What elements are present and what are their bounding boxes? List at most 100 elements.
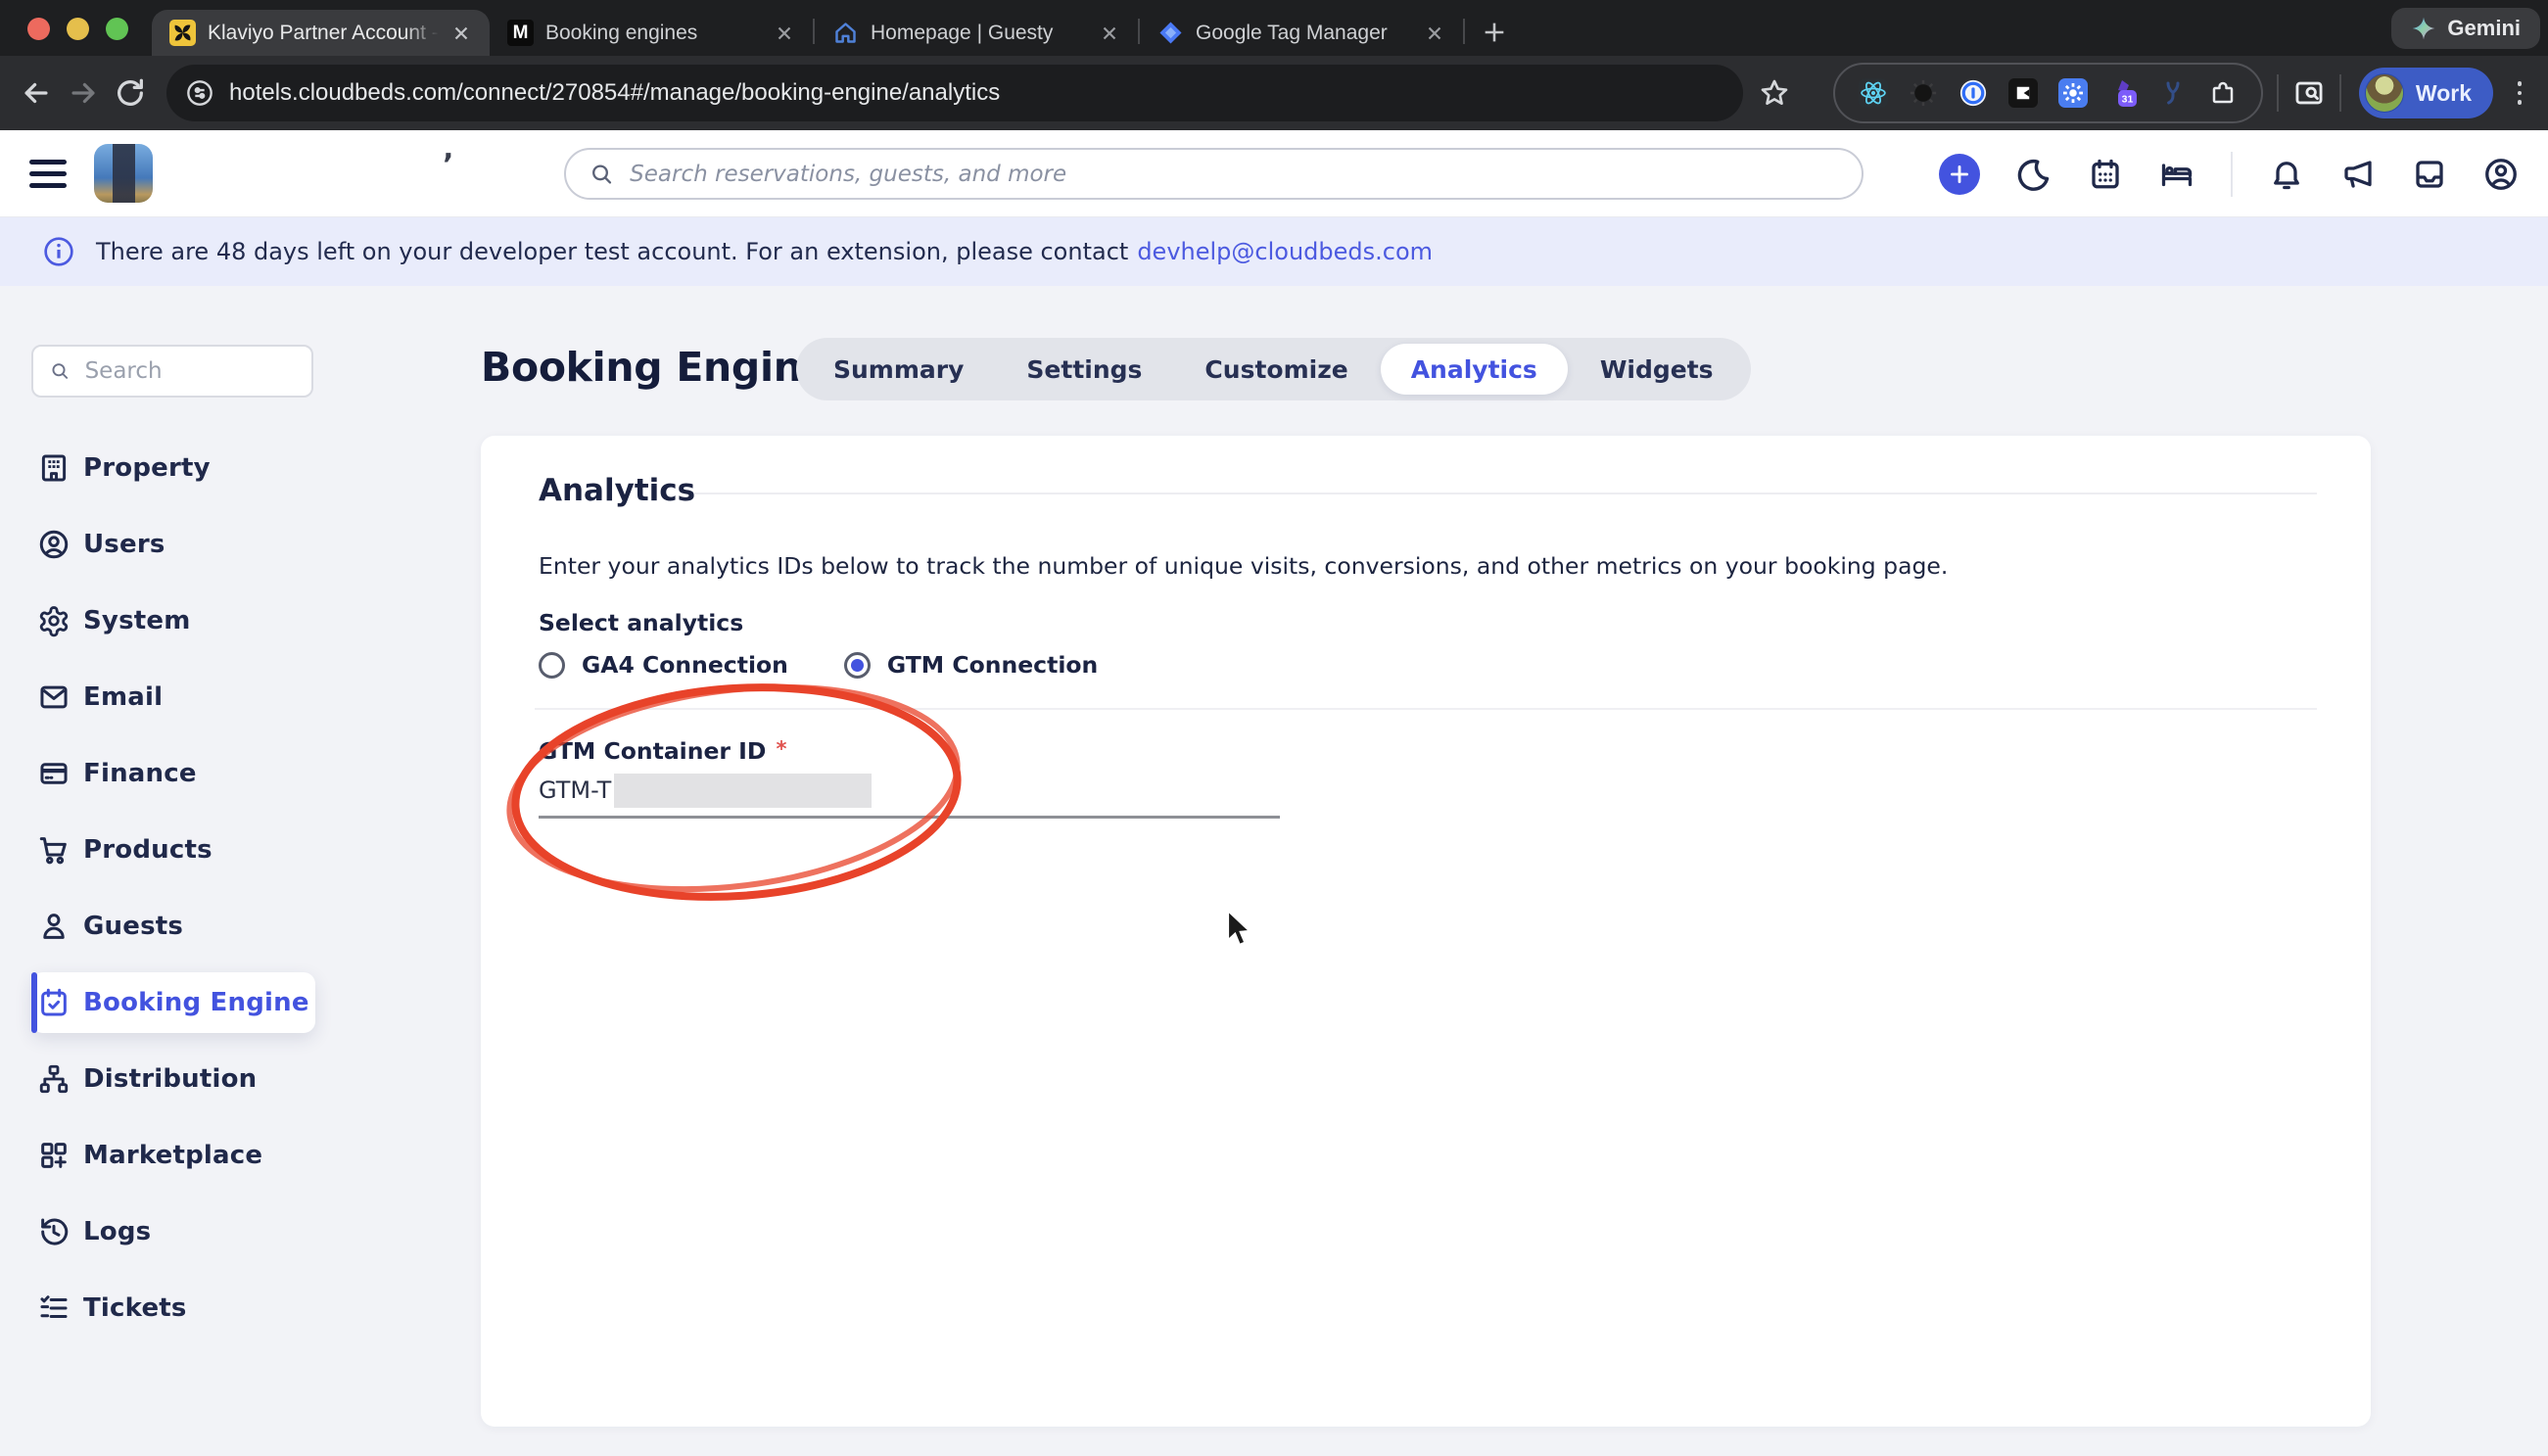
- browser-profile-chip[interactable]: Work: [2359, 68, 2493, 118]
- reload-icon[interactable]: [114, 76, 147, 110]
- sidebar-item-users[interactable]: Users: [31, 514, 315, 575]
- section-description: Enter your analytics IDs below to track …: [539, 552, 1948, 580]
- url-text[interactable]: hotels.cloudbeds.com/connect/270854#/man…: [229, 79, 1000, 107]
- forward-icon[interactable]: [67, 76, 100, 110]
- gemini-sparkle-icon: [2411, 16, 2436, 41]
- tab-summary[interactable]: Summary: [803, 344, 994, 395]
- browser-toolbar: hotels.cloudbeds.com/connect/270854#/man…: [0, 56, 2548, 130]
- sidebar-item-marketplace[interactable]: Marketplace: [31, 1125, 315, 1186]
- site-settings-icon[interactable]: [186, 79, 213, 107]
- banner-email-link[interactable]: devhelp@cloudbeds.com: [1137, 238, 1433, 265]
- browser-menu-icon[interactable]: [2505, 76, 2534, 110]
- zoom-window-button[interactable]: [106, 18, 128, 40]
- close-tab-icon[interactable]: [1099, 23, 1120, 44]
- tab-divider: [1463, 19, 1465, 44]
- header-icons: [1939, 130, 2519, 217]
- sidebar-item-email[interactable]: Email: [31, 667, 315, 728]
- calendar-icon[interactable]: [2088, 157, 2123, 192]
- sidebar-item-tickets[interactable]: Tickets: [31, 1278, 315, 1339]
- extensions-icon[interactable]: [2208, 78, 2238, 108]
- sidebar-search[interactable]: [31, 345, 313, 398]
- inbox-tray-icon[interactable]: [2412, 157, 2447, 192]
- tab-title: Klaviyo Partner Account - Ana: [208, 22, 439, 45]
- app-header: ’: [0, 130, 2548, 217]
- guesty-house-icon: [832, 20, 859, 46]
- banner-text: There are 48 days left on your developer…: [96, 238, 1128, 265]
- react-devtools-icon[interactable]: [1859, 78, 1888, 108]
- booking-engine-tabs: Summary Settings Customize Analytics Wid…: [796, 338, 1751, 400]
- close-tab-icon[interactable]: [450, 23, 472, 44]
- profile-avatar: [2365, 73, 2404, 113]
- calendar-31-extension-icon[interactable]: 31: [2108, 78, 2138, 108]
- gear-icon: [37, 604, 71, 637]
- bookmark-star-icon[interactable]: [1759, 77, 1790, 109]
- back-icon[interactable]: [20, 76, 53, 110]
- browser-tab-klaviyo[interactable]: Klaviyo Partner Account - Ana: [152, 10, 490, 56]
- notifications-bell-icon[interactable]: [2269, 157, 2304, 192]
- toolbar-divider: [2277, 74, 2279, 112]
- slingshot-extension-icon[interactable]: [2158, 78, 2188, 108]
- tab-analytics[interactable]: Analytics: [1381, 344, 1568, 395]
- user-circle-icon: [37, 528, 71, 561]
- tab-title: Booking engines: [545, 22, 762, 45]
- announcements-megaphone-icon[interactable]: [2340, 157, 2376, 192]
- sidebar-item-distribution[interactable]: Distribution: [31, 1049, 315, 1109]
- input-underline: [539, 816, 1280, 819]
- address-bar[interactable]: hotels.cloudbeds.com/connect/270854#/man…: [166, 65, 1743, 121]
- close-window-button[interactable]: [27, 18, 50, 40]
- gemini-button[interactable]: Gemini: [2391, 8, 2540, 49]
- radio-ga4-connection[interactable]: GA4 Connection: [539, 651, 788, 679]
- close-tab-icon[interactable]: [1424, 23, 1445, 44]
- analytics-card: Analytics Enter your analytics IDs below…: [481, 436, 2371, 1427]
- analytics-radio-group: GA4 Connection GTM Connection: [539, 647, 1098, 682]
- person-icon: [37, 910, 71, 943]
- tab-customize[interactable]: Customize: [1174, 344, 1378, 395]
- radio-gtm-connection[interactable]: GTM Connection: [844, 651, 1098, 679]
- radio-circle-unchecked[interactable]: [539, 652, 565, 679]
- account-icon[interactable]: [2483, 157, 2519, 192]
- sidebar-item-products[interactable]: Products: [31, 820, 315, 880]
- tab-widgets[interactable]: Widgets: [1570, 344, 1744, 395]
- close-tab-icon[interactable]: [774, 23, 795, 44]
- hamburger-menu-icon[interactable]: [29, 156, 67, 191]
- heading-divider: [694, 493, 2317, 494]
- tab-title: Google Tag Manager: [1196, 22, 1412, 45]
- sidebar-item-guests[interactable]: Guests: [31, 896, 315, 957]
- sidebar-search-input[interactable]: [85, 358, 295, 384]
- quick-add-icon[interactable]: [1939, 154, 1980, 195]
- gtm-container-id-label: GTM Container ID*: [539, 737, 786, 765]
- sidebar-item-booking-engine[interactable]: Booking Engine: [31, 972, 315, 1033]
- sidebar-nav: Property Users System Email Finance Prod…: [0, 430, 353, 1346]
- grid-plus-icon: [37, 1139, 71, 1172]
- dark-sun-extension-icon[interactable]: [1909, 78, 1938, 108]
- lodging-bed-icon[interactable]: [2159, 157, 2194, 192]
- svg-text:31: 31: [2122, 94, 2134, 106]
- new-tab-button[interactable]: [1477, 15, 1512, 50]
- checklist-icon: [37, 1292, 71, 1325]
- sidebar-item-logs[interactable]: Logs: [31, 1201, 315, 1262]
- browser-tab-gtm[interactable]: Google Tag Manager: [1140, 10, 1463, 56]
- search-icon: [50, 359, 71, 383]
- global-search-input[interactable]: [630, 162, 1838, 187]
- browser-tab-booking-engines[interactable]: M Booking engines: [490, 10, 813, 56]
- header-divider: [2231, 152, 2233, 197]
- minimize-window-button[interactable]: [67, 18, 89, 40]
- browser-tab-guesty[interactable]: Homepage | Guesty: [815, 10, 1138, 56]
- blue-gear-extension-icon[interactable]: [2058, 78, 2088, 108]
- sidebar-item-system[interactable]: System: [31, 590, 315, 651]
- sidebar: Property Users System Email Finance Prod…: [0, 286, 353, 1456]
- sidebar-item-property[interactable]: Property: [31, 438, 315, 498]
- radio-circle-checked[interactable]: [844, 652, 871, 679]
- sitemap-icon: [37, 1062, 71, 1096]
- property-logo[interactable]: [94, 144, 153, 203]
- onepassword-icon[interactable]: [1958, 78, 1988, 108]
- dark-mode-moon-icon[interactable]: [2016, 157, 2052, 192]
- tab-settings[interactable]: Settings: [996, 344, 1172, 395]
- global-search[interactable]: [564, 148, 1864, 200]
- toolbar-divider: [2339, 74, 2341, 112]
- select-analytics-label: Select analytics: [539, 609, 743, 636]
- sidebar-item-finance[interactable]: Finance: [31, 743, 315, 804]
- gtm-container-id-input[interactable]: GTM-T: [539, 773, 872, 808]
- capture-extension-icon[interactable]: [2008, 78, 2038, 108]
- side-panel-icon[interactable]: [2292, 76, 2326, 110]
